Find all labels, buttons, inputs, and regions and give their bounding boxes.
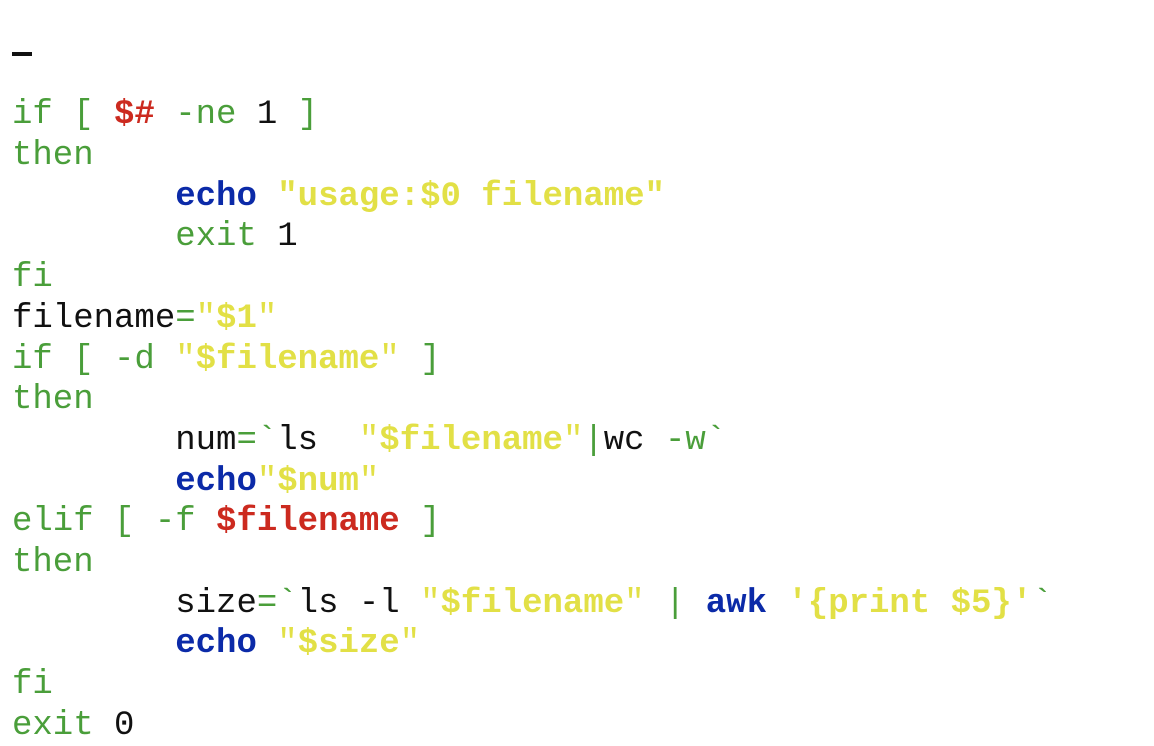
code-token: then — [12, 381, 94, 420]
code-line[interactable]: num=`ls "$filename"|wc -w` — [12, 421, 1142, 462]
code-token: " — [175, 340, 196, 379]
code-line[interactable]: echo "$size" — [12, 624, 1142, 665]
code-token: " — [379, 340, 400, 379]
code-token: wc — [603, 421, 665, 460]
code-token: if — [12, 96, 53, 135]
code-token: then — [12, 137, 94, 176]
code-line[interactable]: exit 1 — [12, 217, 1142, 258]
code-token: " — [562, 421, 584, 460]
code-token: $filename — [440, 584, 625, 623]
code-token: " — [624, 584, 645, 623]
code-line[interactable]: echo"$num" — [12, 462, 1142, 503]
code-token: " — [195, 299, 217, 338]
code-line[interactable]: if [ -d "$filename" ] — [12, 340, 1142, 381]
code-token: ` — [1032, 584, 1053, 623]
code-token: exit — [175, 218, 257, 257]
code-line[interactable]: fi — [12, 258, 1142, 299]
code-token: | — [644, 584, 706, 623]
code-token: -ne — [154, 96, 257, 135]
code-token: awk — [705, 584, 767, 623]
code-line[interactable]: echo "usage:$0 filename" — [12, 177, 1142, 218]
code-token: ] — [399, 340, 441, 379]
code-token: " — [399, 625, 421, 664]
code-token: " — [256, 299, 278, 338]
code-token: = — [175, 299, 196, 338]
code-line[interactable]: fi — [12, 665, 1142, 706]
code-token: " — [358, 421, 380, 460]
code-token: ls — [277, 421, 359, 460]
code-line[interactable]: then — [12, 380, 1142, 421]
code-token: 1 — [277, 218, 298, 257]
code-line[interactable]: then — [12, 543, 1142, 584]
code-token: | — [583, 421, 604, 460]
code-token: 1 — [256, 96, 278, 135]
code-line[interactable]: if [ $# -ne 1 ] — [12, 95, 1142, 136]
code-token: " — [358, 462, 380, 501]
code-token: $# — [114, 96, 155, 135]
code-token: 0 — [114, 706, 135, 745]
code-token: fi — [12, 666, 53, 705]
code-token: '{print $5}' — [787, 584, 1033, 623]
code-token: size — [175, 584, 257, 623]
code-token: [ -f — [93, 503, 217, 542]
code-token: elif — [12, 503, 94, 542]
code-token: echo — [175, 462, 257, 501]
code-line[interactable]: elif [ -f $filename ] — [12, 502, 1142, 543]
code-token: filename — [12, 299, 176, 338]
code-token: -w` — [664, 421, 727, 460]
code-token: $filename — [216, 503, 400, 542]
code-token: fi — [12, 259, 53, 298]
code-line[interactable]: filename="$1" — [12, 299, 1142, 340]
code-token: num — [175, 421, 237, 460]
code-token: $num — [277, 462, 359, 501]
code-token: ] — [277, 96, 319, 135]
code-token: =` — [256, 584, 298, 623]
code-token: then — [12, 543, 94, 582]
code-token: ] — [399, 503, 441, 542]
code-token: $filename — [195, 340, 380, 379]
code-token: [ -d — [52, 340, 176, 379]
code-token: "usage:$0 filename" — [277, 177, 665, 216]
code-token: $1 — [216, 299, 257, 338]
code-token: [ — [52, 96, 115, 135]
code-line[interactable]: exit 0 — [12, 706, 1142, 746]
code-line[interactable]: then — [12, 136, 1142, 177]
code-token: " — [277, 625, 298, 664]
code-token: $filename — [379, 421, 563, 460]
code-token: " — [256, 462, 278, 501]
code-token: =` — [236, 421, 278, 460]
code-line[interactable]: size=`ls -l "$filename" | awk '{print $5… — [12, 584, 1142, 625]
code-token: echo — [175, 625, 257, 664]
code-token: exit — [12, 706, 94, 745]
text-cursor — [12, 52, 32, 56]
code-editor[interactable]: if [ $# -ne 1 ] then echo "usage:$0 filen… — [12, 14, 1142, 745]
code-token: ls -l — [297, 584, 421, 623]
code-token: " — [420, 584, 441, 623]
code-token: if — [12, 340, 53, 379]
code-token: echo — [175, 177, 257, 216]
code-token: $size — [297, 625, 400, 664]
